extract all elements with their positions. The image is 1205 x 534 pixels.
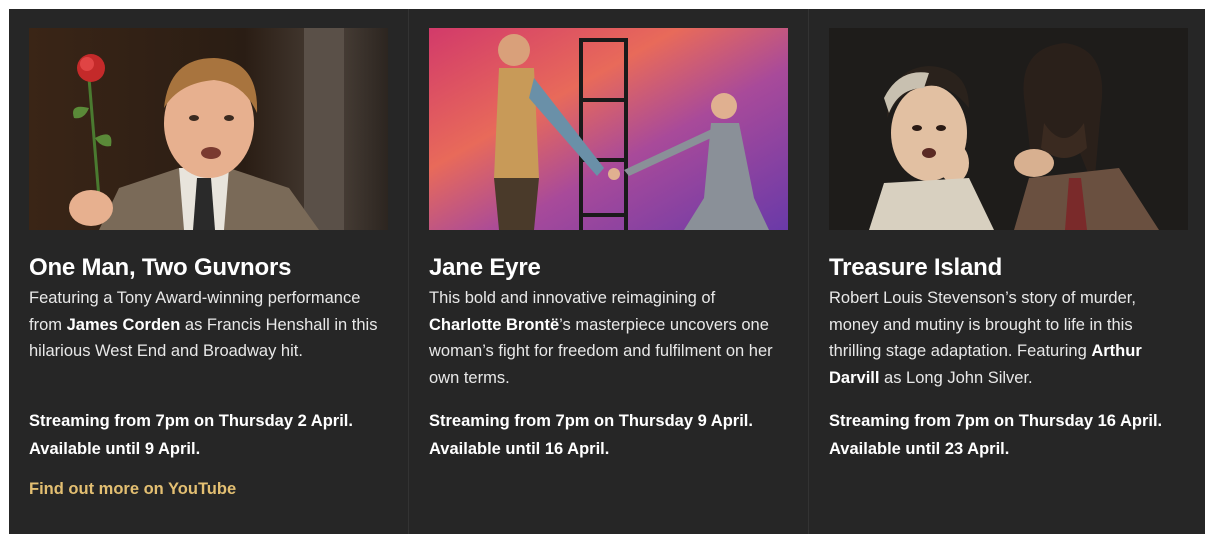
- youtube-link[interactable]: Find out more on YouTube: [29, 480, 236, 499]
- show-title: One Man, Two Guvnors: [29, 254, 292, 281]
- show-card-treasure-island: Treasure Island Robert Louis Stevenson’s…: [809, 9, 1205, 534]
- show-title: Treasure Island: [829, 254, 1003, 281]
- availability-date: Available until 9 April.: [29, 440, 201, 458]
- availability-date: Available until 23 April.: [829, 440, 1010, 458]
- shows-panel: One Man, Two Guvnors Featuring a Tony Aw…: [9, 9, 1205, 534]
- show-description: Robert Louis Stevenson’s story of murder…: [829, 289, 1142, 387]
- show-card-jane-eyre: Jane Eyre This bold and innovative reima…: [409, 9, 809, 534]
- streaming-info: Streaming from 7pm on Thursday 2 April. …: [29, 407, 399, 463]
- streaming-date: Streaming from 7pm on Thursday 9 April.: [429, 412, 753, 430]
- performer-name: James Corden: [66, 315, 181, 334]
- show-image-treasure-island[interactable]: [829, 28, 1188, 230]
- show-card-one-man-two-guvnors: One Man, Two Guvnors Featuring a Tony Aw…: [9, 9, 409, 534]
- availability-date: Available until 16 April.: [429, 440, 610, 458]
- streaming-info: Streaming from 7pm on Thursday 9 April. …: [429, 407, 799, 463]
- streaming-date: Streaming from 7pm on Thursday 16 April.: [829, 412, 1163, 430]
- streaming-date: Streaming from 7pm on Thursday 2 April.: [29, 412, 353, 430]
- show-image-jane-eyre[interactable]: [429, 28, 788, 230]
- show-title: Jane Eyre: [429, 254, 541, 281]
- show-image-one-man-two-guvnors[interactable]: [29, 28, 388, 230]
- show-description: This bold and innovative reimagining of …: [429, 289, 773, 387]
- streaming-info: Streaming from 7pm on Thursday 16 April.…: [829, 407, 1199, 463]
- author-name: Charlotte Brontë: [429, 315, 560, 334]
- show-description: Featuring a Tony Award-winning performan…: [29, 289, 378, 360]
